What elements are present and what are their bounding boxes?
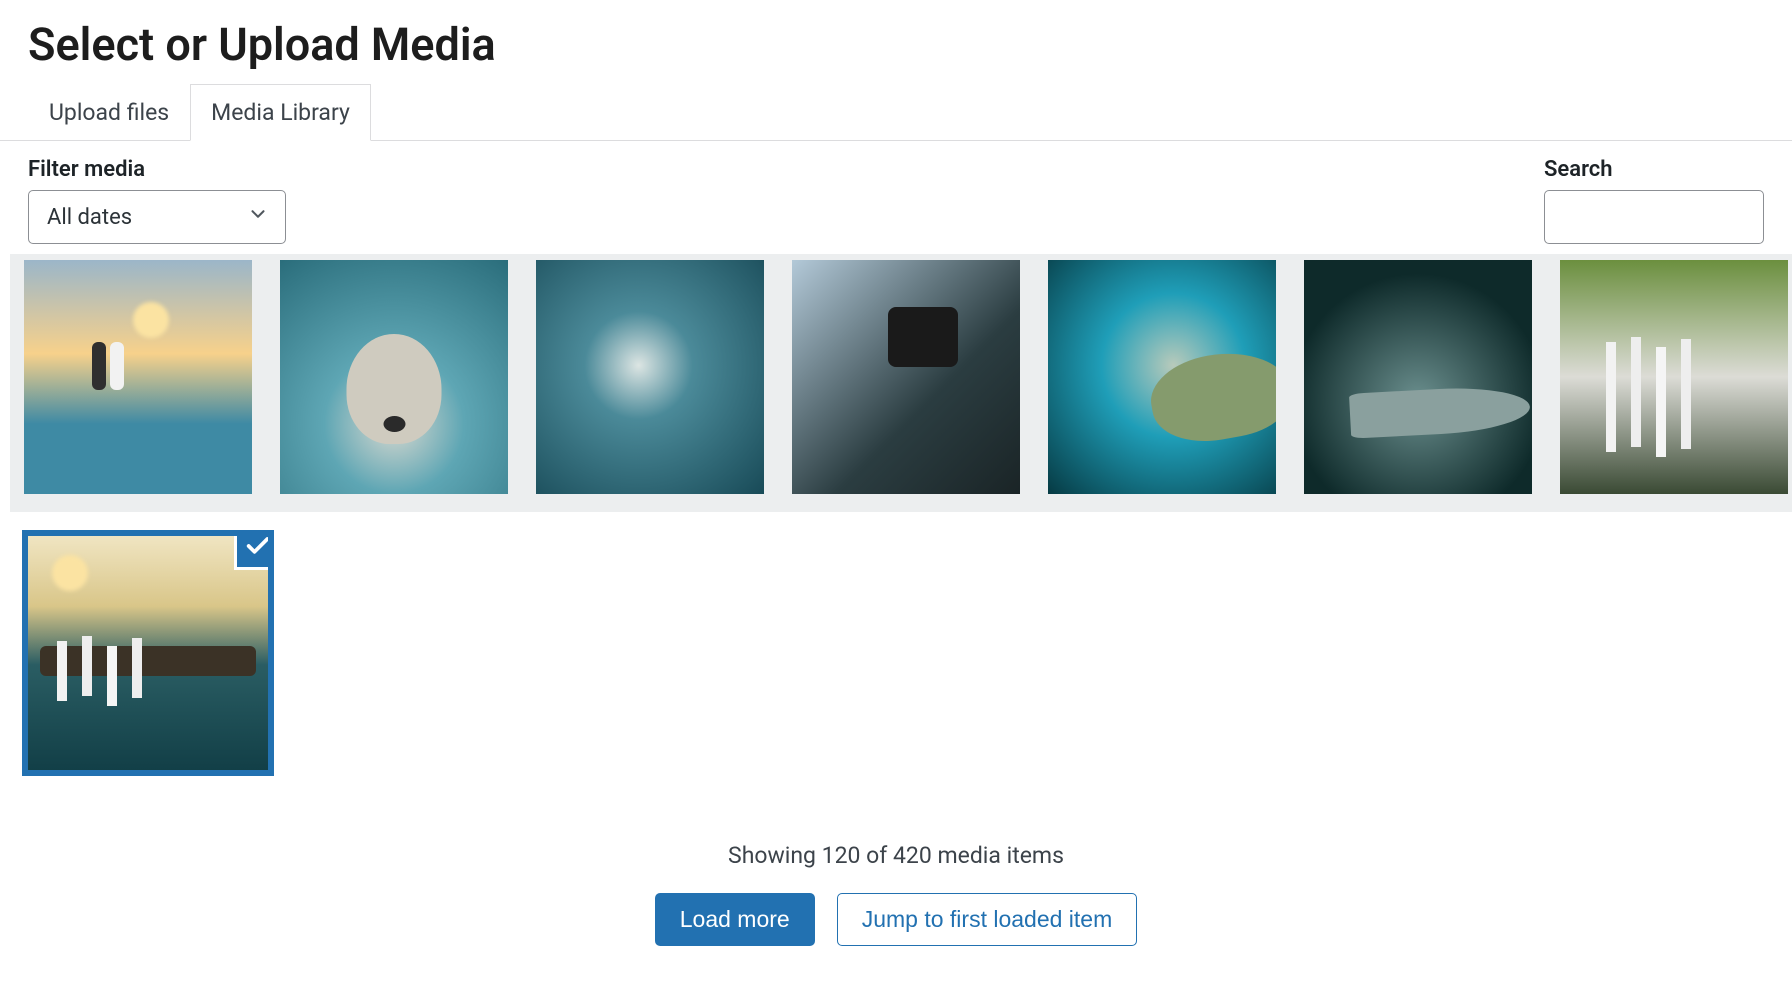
media-item-sunset-waterfall[interactable] <box>28 536 268 770</box>
media-grid <box>0 254 1792 770</box>
tabs: Upload files Media Library <box>0 83 1792 141</box>
media-item-waterfall-forest[interactable] <box>1560 260 1788 494</box>
media-item-sea-turtle[interactable] <box>1048 260 1276 494</box>
load-more-button[interactable]: Load more <box>655 893 815 946</box>
status-text: Showing 120 of 420 media items <box>0 842 1792 869</box>
filter-media-block: Filter media All dates <box>28 157 286 244</box>
media-item-beach-couple[interactable] <box>24 260 252 494</box>
page-title: Select or Upload Media <box>0 0 1792 83</box>
filter-media-label: Filter media <box>28 157 286 182</box>
jump-first-button[interactable]: Jump to first loaded item <box>837 893 1138 946</box>
media-item-shark[interactable] <box>1304 260 1532 494</box>
filter-dates-selected: All dates <box>47 205 132 230</box>
search-label: Search <box>1544 157 1764 182</box>
tab-upload-files[interactable]: Upload files <box>28 84 190 141</box>
action-buttons: Load more Jump to first loaded item <box>0 893 1792 946</box>
selected-check-icon <box>234 536 268 570</box>
media-item-seal-underwater[interactable] <box>280 260 508 494</box>
media-item-dolphins[interactable] <box>536 260 764 494</box>
tab-media-library[interactable]: Media Library <box>190 84 371 141</box>
search-input[interactable] <box>1544 190 1764 244</box>
media-row-1 <box>10 254 1792 512</box>
chevron-down-icon <box>247 203 269 231</box>
search-block: Search <box>1544 157 1764 244</box>
media-item-photographer[interactable] <box>792 260 1020 494</box>
toolbar: Filter media All dates Search <box>0 141 1792 254</box>
filter-dates-select[interactable]: All dates <box>28 190 286 244</box>
